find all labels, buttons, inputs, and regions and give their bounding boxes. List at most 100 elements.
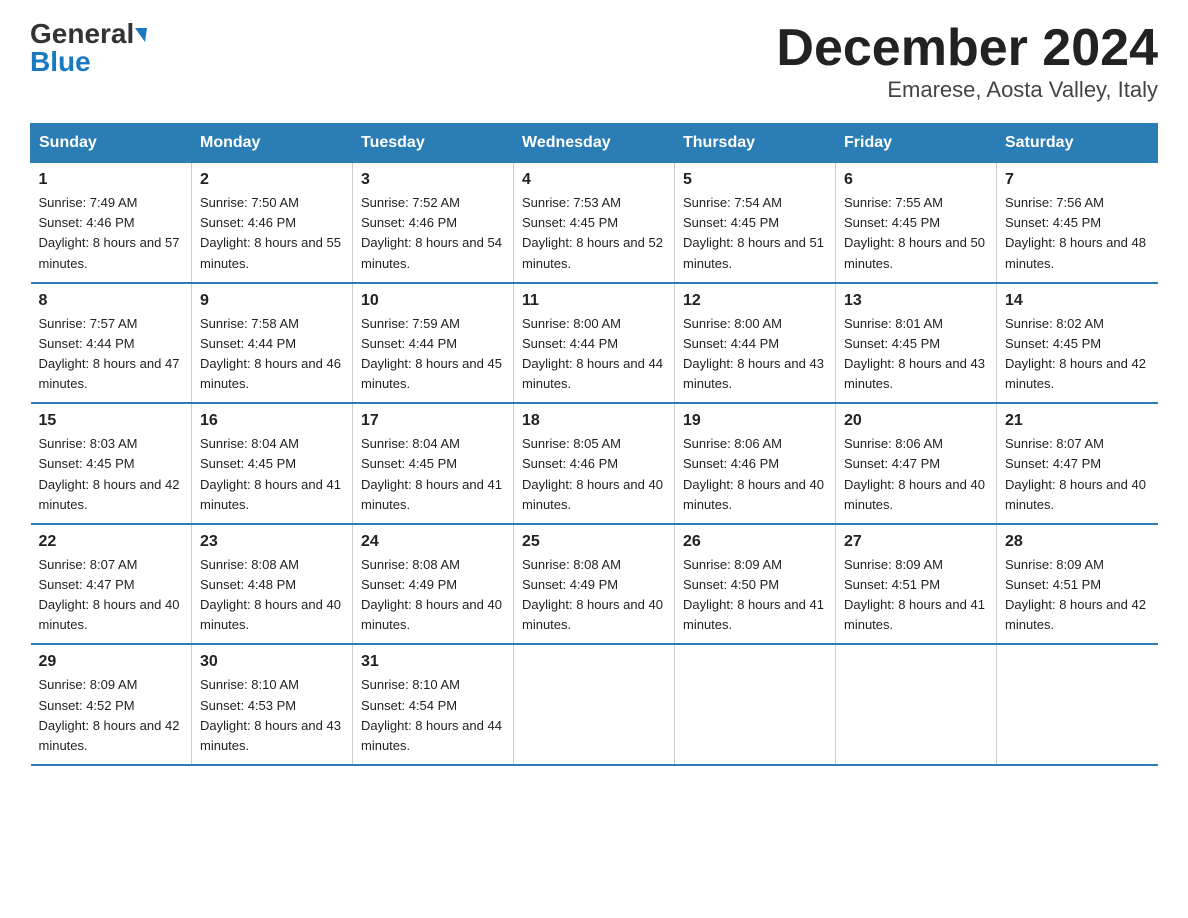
calendar-day-cell: 16 Sunrise: 8:04 AMSunset: 4:45 PMDayligh…: [192, 403, 353, 524]
calendar-table: SundayMondayTuesdayWednesdayThursdayFrid…: [30, 123, 1158, 766]
calendar-day-cell: 2Sunrise: 7:50 AMSunset: 4:46 PMDaylight…: [192, 163, 353, 283]
day-number: 10: [361, 292, 505, 310]
calendar-day-cell: 5 Sunrise: 7:54 AMSunset: 4:45 PMDaylight…: [675, 163, 836, 283]
calendar-day-cell: 10Sunrise: 7:59 AMSunset: 4:44 PMDayligh…: [353, 283, 514, 404]
calendar-day-cell: 24Sunrise: 8:08 AMSunset: 4:49 PMDayligh…: [353, 524, 514, 645]
calendar-day-cell: 18Sunrise: 8:05 AMSunset: 4:46 PMDayligh…: [514, 403, 675, 524]
page-title: December 2024: [776, 20, 1158, 77]
day-info: Sunrise: 8:04 AMSunset: 4:45 PMDaylight:…: [200, 436, 341, 511]
day-info: Sunrise: 8:10 AMSunset: 4:53 PMDaylight:…: [200, 677, 341, 752]
logo-bottom: Blue: [30, 48, 91, 76]
day-number: 19: [683, 412, 827, 430]
calendar-day-cell: 29Sunrise: 8:09 AMSunset: 4:52 PMDayligh…: [31, 644, 192, 765]
calendar-day-cell: [675, 644, 836, 765]
calendar-header-cell: Thursday: [675, 124, 836, 163]
day-number: 1: [39, 171, 184, 189]
day-number: 26: [683, 533, 827, 551]
day-info: Sunrise: 8:09 AMSunset: 4:51 PMDaylight:…: [844, 557, 985, 632]
calendar-day-cell: 13 Sunrise: 8:01 AMSunset: 4:45 PMDayligh…: [836, 283, 997, 404]
day-number: 20: [844, 412, 988, 430]
day-info: Sunrise: 8:04 AMSunset: 4:45 PMDaylight:…: [361, 436, 502, 511]
day-info: Sunrise: 7:57 AMSunset: 4:44 PMDaylight:…: [39, 316, 180, 391]
calendar-week-row: 22 Sunrise: 8:07 AMSunset: 4:47 PMDayligh…: [31, 524, 1158, 645]
day-info: Sunrise: 7:49 AMSunset: 4:46 PMDaylight:…: [39, 195, 180, 270]
page-header: General Blue December 2024 Emarese, Aost…: [30, 20, 1158, 103]
day-info: Sunrise: 8:06 AMSunset: 4:47 PMDaylight:…: [844, 436, 985, 511]
calendar-day-cell: 25 Sunrise: 8:08 AMSunset: 4:49 PMDayligh…: [514, 524, 675, 645]
calendar-day-cell: 15 Sunrise: 8:03 AMSunset: 4:45 PMDayligh…: [31, 403, 192, 524]
calendar-day-cell: 28Sunrise: 8:09 AMSunset: 4:51 PMDayligh…: [997, 524, 1158, 645]
calendar-day-cell: 21 Sunrise: 8:07 AMSunset: 4:47 PMDayligh…: [997, 403, 1158, 524]
day-number: 14: [1005, 292, 1150, 310]
calendar-day-cell: 27 Sunrise: 8:09 AMSunset: 4:51 PMDayligh…: [836, 524, 997, 645]
calendar-day-cell: 11Sunrise: 8:00 AMSunset: 4:44 PMDayligh…: [514, 283, 675, 404]
day-info: Sunrise: 7:55 AMSunset: 4:45 PMDaylight:…: [844, 195, 985, 270]
day-info: Sunrise: 8:09 AMSunset: 4:50 PMDaylight:…: [683, 557, 824, 632]
calendar-day-cell: 22 Sunrise: 8:07 AMSunset: 4:47 PMDayligh…: [31, 524, 192, 645]
day-number: 17: [361, 412, 505, 430]
calendar-week-row: 29Sunrise: 8:09 AMSunset: 4:52 PMDayligh…: [31, 644, 1158, 765]
day-info: Sunrise: 8:08 AMSunset: 4:49 PMDaylight:…: [361, 557, 502, 632]
day-info: Sunrise: 7:56 AMSunset: 4:45 PMDaylight:…: [1005, 195, 1146, 270]
day-number: 15: [39, 412, 184, 430]
day-number: 22: [39, 533, 184, 551]
calendar-week-row: 15 Sunrise: 8:03 AMSunset: 4:45 PMDayligh…: [31, 403, 1158, 524]
day-info: Sunrise: 8:08 AMSunset: 4:48 PMDaylight:…: [200, 557, 341, 632]
day-number: 13: [844, 292, 988, 310]
calendar-day-cell: [997, 644, 1158, 765]
day-info: Sunrise: 8:07 AMSunset: 4:47 PMDaylight:…: [39, 557, 180, 632]
calendar-header-cell: Friday: [836, 124, 997, 163]
calendar-day-cell: 31 Sunrise: 8:10 AMSunset: 4:54 PMDayligh…: [353, 644, 514, 765]
day-number: 30: [200, 653, 344, 671]
calendar-day-cell: 19 Sunrise: 8:06 AMSunset: 4:46 PMDayligh…: [675, 403, 836, 524]
calendar-week-row: 8 Sunrise: 7:57 AMSunset: 4:44 PMDaylight…: [31, 283, 1158, 404]
day-number: 28: [1005, 533, 1150, 551]
day-number: 5: [683, 171, 827, 189]
day-number: 25: [522, 533, 666, 551]
calendar-header-cell: Sunday: [31, 124, 192, 163]
calendar-day-cell: 23 Sunrise: 8:08 AMSunset: 4:48 PMDayligh…: [192, 524, 353, 645]
day-info: Sunrise: 8:00 AMSunset: 4:44 PMDaylight:…: [683, 316, 824, 391]
day-info: Sunrise: 8:03 AMSunset: 4:45 PMDaylight:…: [39, 436, 180, 511]
calendar-header-cell: Tuesday: [353, 124, 514, 163]
calendar-day-cell: 20 Sunrise: 8:06 AMSunset: 4:47 PMDayligh…: [836, 403, 997, 524]
day-number: 29: [39, 653, 184, 671]
day-number: 3: [361, 171, 505, 189]
day-number: 8: [39, 292, 184, 310]
calendar-day-cell: 1 Sunrise: 7:49 AMSunset: 4:46 PMDaylight…: [31, 163, 192, 283]
day-number: 16: [200, 412, 344, 430]
calendar-day-cell: 30 Sunrise: 8:10 AMSunset: 4:53 PMDayligh…: [192, 644, 353, 765]
day-number: 6: [844, 171, 988, 189]
day-number: 27: [844, 533, 988, 551]
calendar-day-cell: 4Sunrise: 7:53 AMSunset: 4:45 PMDaylight…: [514, 163, 675, 283]
day-info: Sunrise: 8:06 AMSunset: 4:46 PMDaylight:…: [683, 436, 824, 511]
day-info: Sunrise: 8:08 AMSunset: 4:49 PMDaylight:…: [522, 557, 663, 632]
day-info: Sunrise: 7:58 AMSunset: 4:44 PMDaylight:…: [200, 316, 341, 391]
logo: General Blue: [30, 20, 147, 76]
calendar-day-cell: 14 Sunrise: 8:02 AMSunset: 4:45 PMDayligh…: [997, 283, 1158, 404]
calendar-header-cell: Saturday: [997, 124, 1158, 163]
day-number: 2: [200, 171, 344, 189]
day-info: Sunrise: 7:54 AMSunset: 4:45 PMDaylight:…: [683, 195, 824, 270]
calendar-day-cell: 6 Sunrise: 7:55 AMSunset: 4:45 PMDaylight…: [836, 163, 997, 283]
calendar-day-cell: 12Sunrise: 8:00 AMSunset: 4:44 PMDayligh…: [675, 283, 836, 404]
day-info: Sunrise: 8:07 AMSunset: 4:47 PMDaylight:…: [1005, 436, 1146, 511]
calendar-day-cell: [836, 644, 997, 765]
day-number: 7: [1005, 171, 1150, 189]
calendar-day-cell: 7 Sunrise: 7:56 AMSunset: 4:45 PMDaylight…: [997, 163, 1158, 283]
day-number: 23: [200, 533, 344, 551]
day-number: 21: [1005, 412, 1150, 430]
title-block: December 2024 Emarese, Aosta Valley, Ita…: [776, 20, 1158, 103]
calendar-header-row: SundayMondayTuesdayWednesdayThursdayFrid…: [31, 124, 1158, 163]
calendar-day-cell: [514, 644, 675, 765]
day-info: Sunrise: 8:01 AMSunset: 4:45 PMDaylight:…: [844, 316, 985, 391]
day-info: Sunrise: 8:02 AMSunset: 4:45 PMDaylight:…: [1005, 316, 1146, 391]
day-info: Sunrise: 8:05 AMSunset: 4:46 PMDaylight:…: [522, 436, 663, 511]
calendar-week-row: 1 Sunrise: 7:49 AMSunset: 4:46 PMDaylight…: [31, 163, 1158, 283]
day-number: 11: [522, 292, 666, 310]
day-info: Sunrise: 8:10 AMSunset: 4:54 PMDaylight:…: [361, 677, 502, 752]
day-number: 31: [361, 653, 505, 671]
calendar-header-cell: Wednesday: [514, 124, 675, 163]
logo-top: General: [30, 20, 147, 48]
page-subtitle: Emarese, Aosta Valley, Italy: [776, 77, 1158, 103]
